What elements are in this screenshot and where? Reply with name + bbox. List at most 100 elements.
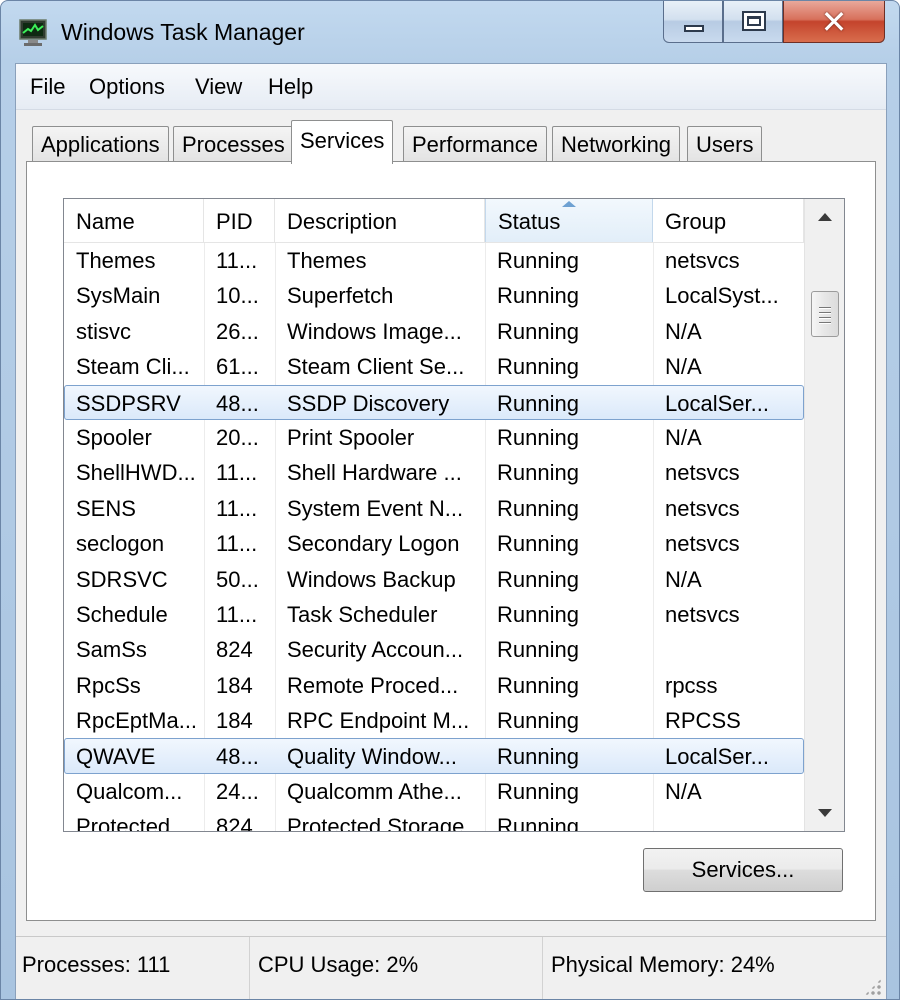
status-physical-memory: Physical Memory: 24% — [551, 952, 775, 977]
table-row[interactable]: RpcSs 184 Remote Proced... Running rpcss — [64, 668, 804, 703]
close-icon: ✕ — [820, 3, 848, 41]
resize-grip-icon[interactable] — [864, 978, 882, 996]
table-row[interactable]: SDRSVC 50... Windows Backup Running N/A — [64, 562, 804, 597]
grip-line — [819, 317, 831, 318]
tab-processes[interactable]: Processes — [173, 126, 294, 162]
tab-networking[interactable]: Networking — [552, 126, 681, 162]
client-area: File Options View Help Applications Proc… — [15, 63, 887, 999]
close-button[interactable]: ✕ — [783, 1, 885, 43]
column-header-description[interactable]: Description — [275, 199, 485, 242]
table-row[interactable]: Qualcom... 24... Qualcomm Athe... Running N/… — [64, 774, 804, 809]
scroll-up-icon — [818, 213, 832, 221]
cell-status: Running — [497, 778, 579, 804]
cell-pid: 10... — [216, 283, 259, 309]
cell-status: Running — [497, 318, 579, 344]
table-row[interactable]: seclogon 11... Secondary Logon Running netsv… — [64, 526, 804, 561]
cell-group: LocalSyst... — [665, 283, 779, 309]
cell-name: RpcSs — [76, 672, 141, 698]
cell-status: Running — [497, 424, 579, 450]
cell-description: Security Accoun... — [287, 637, 464, 663]
table-row[interactable]: Steam Cli... 61... Steam Client Se... Runni… — [64, 349, 804, 384]
table-row[interactable]: SSDPSRV 48... SSDP Discovery Running LocalSe… — [64, 384, 804, 420]
cell-pid: 11... — [216, 531, 258, 557]
table-row[interactable]: Themes 11... Themes Running netsvcs — [64, 243, 804, 278]
sort-ascending-icon — [562, 201, 576, 207]
cell-pid: 48... — [216, 390, 259, 416]
cell-description: Protected Storage — [287, 814, 465, 831]
cell-pid: 11... — [216, 495, 258, 521]
grip-line — [819, 307, 831, 308]
cell-status: Running — [497, 248, 579, 273]
column-header-group[interactable]: Group — [653, 199, 804, 242]
table-row[interactable]: QWAVE 48... Quality Window... Running LocalS… — [64, 738, 804, 774]
table-row[interactable]: Protected... 824 Protected Storage Running — [64, 809, 804, 831]
cell-pid: 824 — [216, 814, 253, 831]
tab-services[interactable]: Services — [291, 120, 394, 164]
table-row[interactable]: SysMain 10... Superfetch Running LocalSyst..… — [64, 278, 804, 313]
caption-buttons: ✕ — [663, 1, 885, 43]
scroll-up-button[interactable] — [805, 199, 844, 239]
cell-pid: 184 — [216, 708, 253, 734]
cell-group: rpcss — [665, 672, 718, 698]
column-header-name[interactable]: Name — [64, 199, 204, 242]
cell-description: System Event N... — [287, 495, 464, 521]
minimize-icon — [684, 25, 704, 32]
cell-group: netsvcs — [665, 248, 740, 273]
scroll-down-button[interactable] — [805, 791, 844, 831]
table-row[interactable]: stisvc 26... Windows Image... Running N/A — [64, 314, 804, 349]
title-bar[interactable]: Windows Task Manager ✕ — [1, 1, 899, 63]
status-processes: Processes: 111 — [16, 937, 250, 999]
list-header: Name PID Description Status Group — [64, 199, 804, 243]
cell-name: seclogon — [76, 531, 165, 557]
tab-applications[interactable]: Applications — [32, 126, 169, 162]
table-row[interactable]: SamSs 824 Security Accoun... Running — [64, 632, 804, 667]
vertical-scrollbar[interactable] — [804, 199, 844, 831]
list-rows: Themes 11... Themes Running netsvcs SysMain 10… — [64, 243, 804, 831]
table-row[interactable]: Schedule 11... Task Scheduler Running netsvc… — [64, 597, 804, 632]
cell-status: Running — [497, 672, 579, 698]
maximize-icon — [742, 11, 766, 31]
tab-users[interactable]: Users — [687, 126, 763, 162]
menu-file[interactable]: File — [26, 74, 69, 100]
cell-status: Running — [497, 531, 579, 557]
menu-help[interactable]: Help — [264, 74, 317, 100]
cell-name: SENS — [76, 495, 136, 521]
cell-description: Remote Proced... — [287, 672, 459, 698]
cell-status: Running — [497, 460, 579, 486]
cell-name: RpcEptMa... — [76, 708, 198, 734]
table-row[interactable]: ShellHWD... 11... Shell Hardware ... Runnin… — [64, 455, 804, 490]
cell-name: stisvc — [76, 318, 131, 344]
table-row[interactable]: Spooler 20... Print Spooler Running N/A — [64, 420, 804, 455]
cell-name: SDRSVC — [76, 566, 168, 592]
cell-group: netsvcs — [665, 531, 740, 557]
cell-name: Spooler — [76, 424, 152, 450]
minimize-button[interactable] — [663, 1, 723, 43]
column-header-status[interactable]: Status — [485, 199, 653, 242]
scroll-thumb[interactable] — [811, 291, 839, 337]
tab-performance[interactable]: Performance — [403, 126, 547, 162]
menu-view[interactable]: View — [191, 74, 246, 100]
cell-name: Themes — [76, 248, 156, 273]
table-row[interactable]: RpcEptMa... 184 RPC Endpoint M... Running RP… — [64, 703, 804, 738]
services-list[interactable]: Name PID Description Status Group Themes… — [63, 198, 845, 832]
cell-pid: 24... — [216, 778, 259, 804]
table-row[interactable]: SENS 11... System Event N... Running netsvcs — [64, 491, 804, 526]
task-manager-window: Windows Task Manager ✕ File Options View… — [0, 0, 900, 1000]
cell-pid: 11... — [216, 248, 258, 273]
cell-pid: 11... — [216, 601, 258, 627]
column-header-pid[interactable]: PID — [204, 199, 275, 242]
grip-line — [819, 322, 831, 323]
cell-description: SSDP Discovery — [287, 390, 450, 416]
menu-options[interactable]: Options — [85, 74, 169, 100]
cell-status: Running — [497, 637, 579, 663]
cell-pid: 184 — [216, 672, 253, 698]
status-cpu-usage: CPU Usage: 2% — [252, 937, 543, 999]
cell-name: QWAVE — [76, 744, 156, 770]
maximize-button[interactable] — [723, 1, 783, 43]
cell-description: Print Spooler — [287, 424, 415, 450]
cell-description: Steam Client Se... — [287, 354, 465, 380]
cell-status: Running — [497, 495, 579, 521]
services-button[interactable]: Services... — [643, 848, 843, 892]
cell-description: Quality Window... — [287, 744, 457, 770]
cell-description: Superfetch — [287, 283, 394, 309]
